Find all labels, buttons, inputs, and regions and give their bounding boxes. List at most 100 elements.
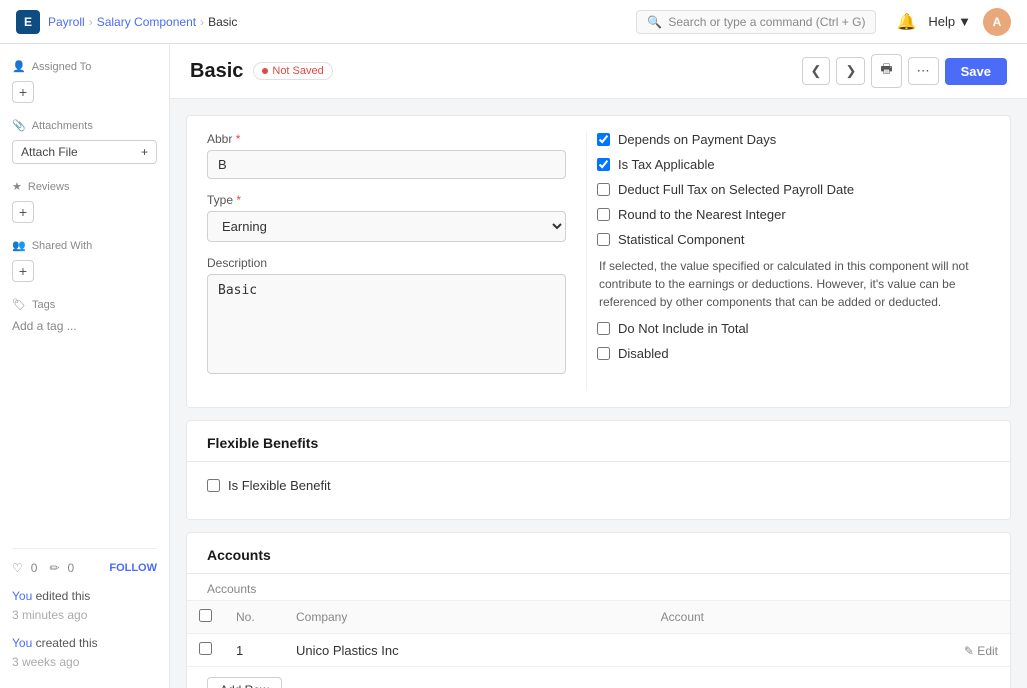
print-button[interactable]: 🖶 bbox=[871, 54, 901, 88]
abbr-required: * bbox=[236, 132, 241, 146]
likes-count: 0 bbox=[31, 561, 38, 575]
breadcrumb-current: Basic bbox=[208, 15, 237, 29]
type-label: Type * bbox=[207, 193, 566, 207]
notifications-icon[interactable]: 🔔 bbox=[896, 12, 916, 32]
col-no-header: No. bbox=[224, 601, 284, 634]
breadcrumb-salary-component[interactable]: Salary Component bbox=[97, 15, 196, 29]
accounts-table: No. Company Account 1 Unico Plasti bbox=[187, 600, 1010, 667]
description-label: Description bbox=[207, 256, 566, 270]
next-button[interactable]: ❯ bbox=[836, 57, 865, 85]
form-columns: Abbr * Type * bbox=[207, 132, 990, 391]
edit-link[interactable]: ✎ Edit bbox=[964, 644, 998, 658]
sidebar-tags: 🏷 Tags Add a tag ... bbox=[12, 298, 157, 333]
do-not-include-checkbox[interactable] bbox=[597, 322, 610, 335]
sidebar-reviews: ★ Reviews + bbox=[12, 180, 157, 223]
is-tax-applicable-checkbox[interactable] bbox=[597, 158, 610, 171]
type-select[interactable]: Earning Deduction bbox=[207, 211, 566, 242]
col-company-header: Company bbox=[284, 601, 649, 634]
col-account-header: Account bbox=[649, 601, 843, 634]
help-menu[interactable]: Help ▼ bbox=[928, 14, 971, 29]
breadcrumb-sep-2: › bbox=[200, 15, 204, 29]
activity-text-2: created this bbox=[36, 636, 98, 650]
search-bar[interactable]: 🔍 Search or type a command (Ctrl + G) bbox=[636, 10, 876, 34]
depends-on-payment-days-checkbox[interactable] bbox=[597, 133, 610, 146]
header-actions: ❮ ❯ 🖶 ⋯ Save bbox=[802, 54, 1007, 88]
save-button[interactable]: Save bbox=[945, 58, 1007, 85]
is-flexible-benefit-checkbox[interactable] bbox=[207, 479, 220, 492]
round-nearest-checkbox[interactable] bbox=[597, 208, 610, 221]
status-badge: Not Saved bbox=[253, 62, 332, 80]
is-flexible-benefit-field: Is Flexible Benefit bbox=[207, 478, 990, 493]
app-logo: E bbox=[16, 10, 40, 34]
form-card: Abbr * Type * bbox=[186, 115, 1011, 408]
statistical-component-checkbox[interactable] bbox=[597, 233, 610, 246]
deduct-full-tax-checkbox[interactable] bbox=[597, 183, 610, 196]
statistical-component-field: Statistical Component bbox=[597, 232, 990, 247]
add-row-button[interactable]: Add Row bbox=[207, 677, 282, 688]
flexible-benefits-body: Is Flexible Benefit bbox=[187, 462, 1010, 519]
description-input[interactable]: Basic bbox=[207, 274, 566, 374]
avatar[interactable]: A bbox=[983, 8, 1011, 36]
row-edit-cell: ✎ Edit bbox=[843, 634, 1010, 667]
row-checkbox[interactable] bbox=[199, 642, 212, 655]
add-assigned-button[interactable]: + bbox=[12, 81, 34, 103]
add-tag-button[interactable]: Add a tag ... bbox=[12, 319, 157, 333]
type-field: Type * Earning Deduction bbox=[207, 193, 566, 242]
abbr-label: Abbr * bbox=[207, 132, 566, 146]
deduct-full-tax-field: Deduct Full Tax on Selected Payroll Date bbox=[597, 182, 990, 197]
shared-with-title: 👥 Shared With bbox=[12, 239, 157, 252]
attachments-title: 📎 Attachments bbox=[12, 119, 157, 132]
main-content: Basic Not Saved ❮ ❯ 🖶 ⋯ Save bbox=[170, 44, 1027, 688]
depends-on-payment-days-field: Depends on Payment Days bbox=[597, 132, 990, 147]
is-tax-applicable-field: Is Tax Applicable bbox=[597, 157, 990, 172]
follow-button[interactable]: FOLLOW bbox=[109, 562, 157, 574]
likes-icon: ♡ bbox=[12, 561, 23, 575]
attach-file-button[interactable]: Attach File + bbox=[12, 140, 157, 164]
tag-icon: 🏷 bbox=[12, 298, 26, 311]
accounts-card: Accounts Accounts No. Company Account bbox=[186, 532, 1011, 688]
sidebar-shared-with: 👥 Shared With + bbox=[12, 239, 157, 282]
col-actions-header bbox=[843, 601, 1010, 634]
accounts-table-label: Accounts bbox=[187, 574, 1010, 600]
disabled-label: Disabled bbox=[618, 346, 669, 361]
comment-icon: ✏ bbox=[49, 561, 59, 575]
statistical-component-label: Statistical Component bbox=[618, 232, 744, 247]
add-shared-button[interactable]: + bbox=[12, 260, 34, 282]
plus-icon: + bbox=[141, 145, 148, 159]
attach-file-label: Attach File bbox=[21, 145, 78, 159]
select-all-checkbox[interactable] bbox=[199, 609, 212, 622]
add-review-button[interactable]: + bbox=[12, 201, 34, 223]
table-row: 1 Unico Plastics Inc ✎ Edit bbox=[187, 634, 1010, 667]
flexible-benefits-title: Flexible Benefits bbox=[187, 421, 1010, 461]
sidebar-bottom: ♡ 0 ✏ 0 FOLLOW You edited this 3 minutes… bbox=[12, 548, 157, 672]
prev-button[interactable]: ❮ bbox=[802, 57, 831, 85]
breadcrumb-sep-1: › bbox=[89, 15, 93, 29]
sidebar: 👤 Assigned To + 📎 Attachments Attach Fil… bbox=[0, 44, 170, 688]
activity-item-1: You edited this 3 minutes ago bbox=[12, 587, 157, 625]
page-header: Basic Not Saved ❮ ❯ 🖶 ⋯ Save bbox=[170, 44, 1027, 99]
search-placeholder-text: Search or type a command (Ctrl + G) bbox=[668, 15, 865, 29]
accounts-title: Accounts bbox=[187, 533, 1010, 573]
follow-row: ♡ 0 ✏ 0 FOLLOW bbox=[12, 561, 157, 575]
content-area: Abbr * Type * bbox=[170, 99, 1027, 688]
do-not-include-field: Do Not Include in Total bbox=[597, 321, 990, 336]
abbr-input[interactable] bbox=[207, 150, 566, 179]
breadcrumb-payroll[interactable]: Payroll bbox=[48, 15, 85, 29]
round-nearest-label: Round to the Nearest Integer bbox=[618, 207, 786, 222]
abbr-field: Abbr * bbox=[207, 132, 566, 179]
group-icon: 👥 bbox=[12, 239, 26, 252]
comments-count: 0 bbox=[68, 561, 75, 575]
help-label: Help bbox=[928, 14, 955, 29]
more-options-button[interactable]: ⋯ bbox=[908, 57, 939, 85]
flexible-benefits-card: Flexible Benefits Is Flexible Benefit bbox=[186, 420, 1011, 520]
tags-title: 🏷 Tags bbox=[12, 298, 157, 311]
row-account-cell bbox=[649, 634, 843, 667]
disabled-checkbox[interactable] bbox=[597, 347, 610, 360]
disabled-field: Disabled bbox=[597, 346, 990, 361]
breadcrumb: Payroll › Salary Component › Basic bbox=[48, 15, 237, 29]
row-checkbox-cell bbox=[187, 634, 224, 667]
depends-on-payment-days-label: Depends on Payment Days bbox=[618, 132, 776, 147]
type-required: * bbox=[236, 193, 241, 207]
row-no-cell: 1 bbox=[224, 634, 284, 667]
activity-time-2: 3 weeks ago bbox=[12, 653, 157, 672]
